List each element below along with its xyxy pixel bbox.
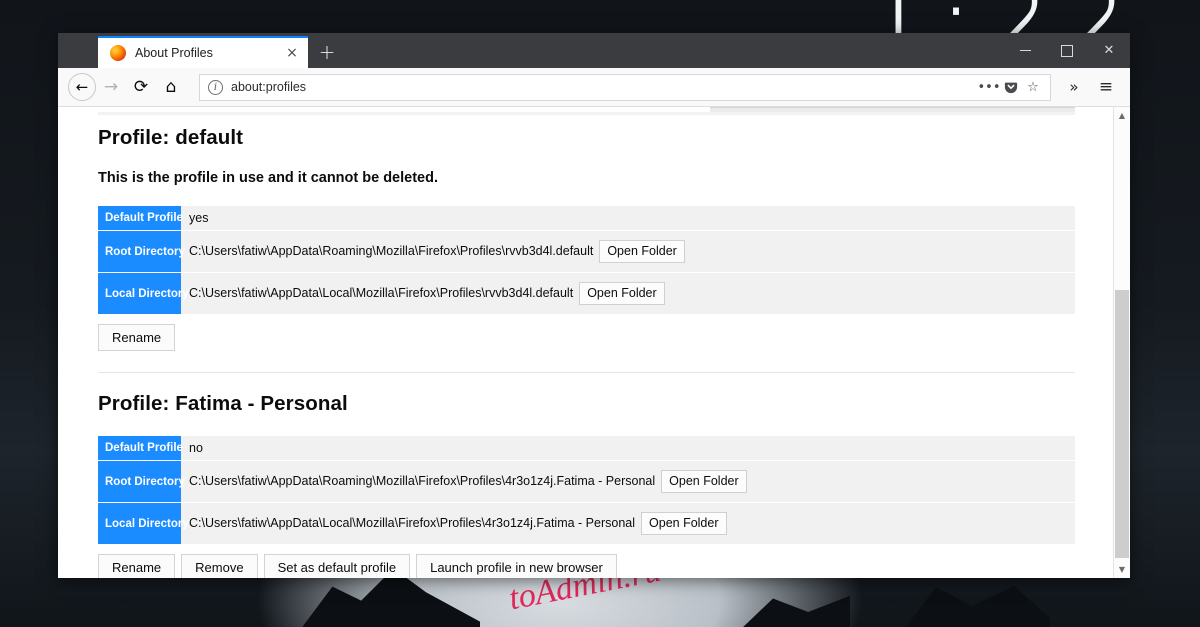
scrollbar-thumb[interactable] [1115, 290, 1129, 558]
page-scrollbar[interactable]: ▲ ▼ [1113, 107, 1130, 578]
reload-button[interactable]: ⟳ [126, 72, 156, 102]
app-menu-button[interactable]: ≡ [1090, 72, 1122, 102]
table-row: Default Profile no [98, 436, 1075, 460]
close-window-button[interactable]: ✕ [1088, 33, 1130, 68]
pocket-icon[interactable] [1000, 76, 1022, 98]
open-folder-button[interactable]: Open Folder [599, 240, 685, 263]
row-label: Default Profile [98, 206, 183, 230]
scroll-down-icon[interactable]: ▼ [1114, 561, 1130, 578]
wallpaper-rock [900, 585, 1050, 627]
page-title: Profile: Fatima - Personal [98, 392, 348, 415]
row-value: C:\Users\fatiw\AppData\Local\Mozilla\Fir… [181, 503, 1075, 544]
table-row: Root Directory C:\Users\fatiw\AppData\Ro… [98, 461, 1075, 502]
profile-table-fatima: Default Profile no Root Directory C:\Use… [98, 435, 1075, 545]
home-button[interactable]: ⌂ [156, 72, 186, 102]
navigation-toolbar: ← → ⟳ ⌂ i about:profiles ••• ☆ » ≡ [58, 68, 1130, 107]
open-folder-button[interactable]: Open Folder [641, 512, 727, 535]
page-title: Profile: default [98, 126, 244, 149]
url-text[interactable]: about:profiles [231, 80, 978, 94]
directory-path: C:\Users\fatiw\AppData\Roaming\Mozilla\F… [189, 244, 594, 258]
identity-info-icon[interactable]: i [208, 79, 223, 95]
table-row: Default Profile yes [98, 206, 1075, 230]
overflow-chevron-icon[interactable]: » [1058, 72, 1090, 102]
minimize-button[interactable] [1004, 33, 1046, 68]
row-label: Local Directory [98, 503, 189, 544]
back-button[interactable]: ← [68, 73, 96, 101]
profile-table-default: Default Profile yes Root Directory C:\Us… [98, 205, 1075, 315]
directory-path: C:\Users\fatiw\AppData\Local\Mozilla\Fir… [189, 516, 636, 530]
rename-button[interactable]: Rename [98, 554, 176, 578]
remove-button[interactable]: Remove [181, 554, 258, 578]
row-value: no [181, 436, 1075, 460]
firefox-icon [110, 45, 126, 61]
content-viewport: Profile: default This is the profile in … [58, 107, 1130, 578]
forward-button[interactable]: → [96, 72, 126, 102]
directory-path: C:\Users\fatiw\AppData\Local\Mozilla\Fir… [189, 286, 574, 300]
table-row: Local Directory C:\Users\fatiw\AppData\L… [98, 273, 1075, 314]
profile-note: This is the profile in use and it cannot… [98, 170, 438, 186]
profile-actions-default: Rename [98, 324, 1113, 351]
scrolled-off-row-edge [98, 112, 1075, 115]
row-value: yes [181, 206, 1075, 230]
tab-title: About Profiles [135, 46, 213, 60]
row-value: C:\Users\fatiw\AppData\Roaming\Mozilla\F… [181, 461, 1075, 502]
table-row: Root Directory C:\Users\fatiw\AppData\Ro… [98, 231, 1075, 272]
launch-profile-button[interactable]: Launch profile in new browser [416, 554, 617, 578]
desktop-background: 1:22 toAdmin.ru About Profiles × + ✕ ← →… [0, 0, 1200, 627]
rename-button[interactable]: Rename [98, 324, 176, 351]
toolbar-end-buttons: » ≡ [1058, 72, 1122, 102]
wallpaper-rock [740, 595, 850, 627]
bookmark-star-icon[interactable]: ☆ [1022, 76, 1044, 98]
about-profiles-page: Profile: default This is the profile in … [58, 107, 1113, 578]
tab-strip: About Profiles × + ✕ [58, 33, 1130, 68]
profile-actions-fatima: Rename Remove Set as default profile Lau… [98, 554, 1113, 578]
firefox-window: About Profiles × + ✕ ← → ⟳ ⌂ i about:pro… [58, 33, 1130, 578]
row-value: C:\Users\fatiw\AppData\Roaming\Mozilla\F… [181, 231, 1075, 272]
section-divider [98, 372, 1075, 373]
page-actions-icon[interactable]: ••• [978, 76, 1001, 98]
maximize-button[interactable] [1046, 33, 1088, 68]
window-controls: ✕ [1004, 33, 1130, 68]
open-folder-button[interactable]: Open Folder [661, 470, 747, 493]
close-tab-icon[interactable]: × [284, 45, 300, 61]
address-bar[interactable]: i about:profiles ••• ☆ [199, 73, 1051, 101]
directory-path: C:\Users\fatiw\AppData\Roaming\Mozilla\F… [189, 474, 656, 488]
open-folder-button[interactable]: Open Folder [579, 282, 665, 305]
scroll-up-icon[interactable]: ▲ [1114, 107, 1130, 124]
row-label: Root Directory [98, 231, 185, 272]
row-label: Root Directory [98, 461, 185, 502]
set-default-profile-button[interactable]: Set as default profile [263, 554, 411, 578]
table-row: Local Directory C:\Users\fatiw\AppData\L… [98, 503, 1075, 544]
tab-about-profiles[interactable]: About Profiles × [98, 36, 308, 68]
row-label: Local Directory [98, 273, 189, 314]
new-tab-button[interactable]: + [312, 38, 342, 68]
row-value: C:\Users\fatiw\AppData\Local\Mozilla\Fir… [181, 273, 1075, 314]
row-label: Default Profile [98, 436, 183, 460]
